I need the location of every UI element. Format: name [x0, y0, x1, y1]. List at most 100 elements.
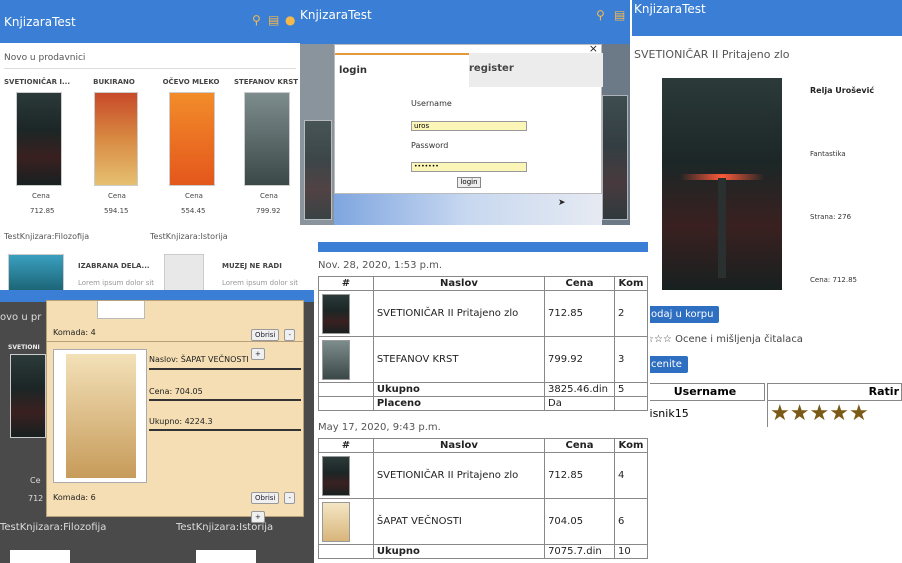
col-header: Naslov	[372, 276, 546, 291]
book-card[interactable]: BUKIRANO Cena 594.15	[78, 78, 150, 218]
basket-icon[interactable]: ▤	[268, 13, 279, 27]
book-cover[interactable]	[244, 92, 290, 186]
star-icon: ★	[829, 401, 849, 426]
cart-panel: ovo u pr SVETIONI Ce 712 TestKnjizara:Fi…	[0, 290, 314, 563]
tab-login-label: login	[339, 65, 368, 76]
book-cover-large	[662, 78, 782, 290]
search-icon[interactable]: ⚲	[252, 13, 261, 27]
price-cell: 712.85	[544, 290, 615, 337]
star-rating: ★★★★★	[767, 401, 902, 427]
star-icon: ★	[809, 401, 830, 426]
book-title[interactable]: STEFANOV KRST	[230, 78, 302, 86]
author-name: Relja Urošević	[810, 86, 875, 95]
divider	[47, 341, 303, 342]
thumb-cell	[318, 452, 374, 499]
cart-item: Naslov: ŠAPAT VEČNOSTI Cena: 704.05 Ukup…	[53, 349, 301, 489]
decrement-button[interactable]: -	[284, 492, 295, 504]
bg-price-value: 712	[28, 494, 44, 503]
login-modal: × login register Username uros Password …	[334, 42, 603, 194]
col-header: Kom	[613, 276, 649, 291]
book-card[interactable]: SVETIONIČAR I... Cena 712.85	[2, 78, 72, 218]
qty-cell: 6	[613, 498, 649, 545]
book-cover	[602, 95, 628, 220]
qty-cell: 2	[613, 290, 649, 337]
table-row: ŠAPAT VEČNOSTI 704.05 6	[318, 498, 649, 545]
book-cover[interactable]	[8, 254, 64, 294]
user-icon[interactable]: ●	[285, 13, 295, 27]
divider	[149, 368, 301, 370]
price-label: Cena	[32, 192, 50, 200]
brand-logo[interactable]: KnjizaraTest	[300, 8, 372, 22]
price-cell: 704.05	[544, 498, 615, 545]
table-row: SVETIONIČAR II Pritajeno zlo 712.85 4	[318, 452, 649, 499]
basket-icon[interactable]: ▤	[614, 8, 625, 22]
remove-button[interactable]: Obrisi	[251, 492, 280, 504]
table-row: STEFANOV KRST 799.92 3	[318, 336, 649, 383]
search-icon[interactable]: ⚲	[596, 8, 605, 22]
book-cover[interactable]	[169, 92, 215, 186]
book-title[interactable]: SVETIONIČAR I...	[2, 78, 72, 86]
book-title[interactable]: OČEVO MLEKO	[155, 78, 227, 86]
price-label: Cena	[185, 192, 203, 200]
brand-logo[interactable]: KnjizaraTest	[634, 2, 706, 16]
login-button[interactable]: login	[457, 177, 481, 188]
book-thumbnail[interactable]	[322, 293, 350, 334]
cart-item-cover[interactable]	[53, 349, 147, 483]
password-label: Password	[411, 141, 449, 150]
bg-section-istorija: TestKnjizara:Istorija	[176, 522, 274, 533]
page-count: Strana: 276	[810, 213, 852, 221]
genre: Fantastika	[810, 150, 846, 158]
password-field[interactable]: •••••••	[411, 162, 527, 172]
orders-topbar	[318, 242, 648, 252]
title-cell: ŠAPAT VEČNOSTI	[372, 498, 546, 545]
title-cell: STEFANOV KRST	[372, 336, 546, 383]
bg-price-label: Ce	[30, 476, 41, 485]
total-label: Ukupno	[372, 382, 546, 397]
col-header: Cena	[544, 276, 615, 291]
section-istorija-title: TestKnjizara:Istorija	[150, 232, 228, 241]
book-card[interactable]: OČEVO MLEKO Cena 554.45	[155, 78, 227, 218]
home-panel: KnjizaraTest ⚲ ▤ ● Novo u prodavnici SVE…	[0, 0, 300, 300]
book-title[interactable]: BUKIRANO	[78, 78, 150, 86]
username-label: Username	[411, 99, 452, 108]
price-value: 594.15	[104, 207, 129, 215]
cart-item-total: Ukupno: 4224.3	[149, 417, 213, 426]
price-value: 554.45	[181, 207, 206, 215]
book-thumbnail[interactable]	[322, 501, 350, 542]
book-title[interactable]: IZABRANA DELA...	[78, 262, 150, 270]
order-table: # Naslov Cena Kom SVETIONIČAR II Pritaje…	[318, 438, 649, 559]
book-cover[interactable]	[16, 92, 62, 186]
paid-value: Da	[544, 396, 615, 411]
orders-panel: Nov. 28, 2020, 1:53 p.m. # Naslov Cena K…	[314, 240, 650, 563]
total-price: 3825.46.din	[544, 382, 615, 397]
login-panel: KnjizaraTest ⚲ ▤ × login register Userna…	[300, 0, 630, 225]
cart-item-controls: Obrisi - +	[251, 485, 303, 523]
bg-book-title: SVETIONI	[8, 344, 40, 351]
tab-login[interactable]: login	[335, 53, 469, 87]
reviews-table: Username Ratir risnik15 ★★★★★	[645, 383, 902, 427]
tab-register[interactable]: register	[469, 53, 603, 87]
book-thumbnail[interactable]	[322, 455, 350, 496]
book-title[interactable]: MUZEJ NE RADI	[222, 262, 282, 270]
cart-item-qty: Komada: 6	[53, 493, 96, 502]
book-cover[interactable]	[94, 92, 138, 186]
divider	[149, 399, 301, 401]
order-date: May 17, 2020, 9:43 p.m.	[318, 422, 441, 433]
section-new-title: Novo u prodavnici	[4, 53, 86, 63]
add-to-cart-button[interactable]: odaj u korpu	[645, 306, 720, 323]
table-total-row: Ukupno 3825.46.din 5	[318, 382, 649, 397]
title-cell: SVETIONIČAR II Pritajeno zlo	[372, 290, 546, 337]
mouse-cursor-icon: ➤	[558, 198, 566, 208]
order-date: Nov. 28, 2020, 1:53 p.m.	[318, 260, 443, 271]
increment-button[interactable]: +	[251, 511, 265, 523]
book-cover[interactable]	[164, 254, 204, 294]
username-field[interactable]: uros	[411, 121, 527, 131]
rate-button[interactable]: cenite	[645, 356, 688, 373]
order-table: # Naslov Cena Kom SVETIONIČAR II Pritaje…	[318, 276, 649, 411]
brand-logo[interactable]: KnjizaraTest	[4, 15, 76, 29]
book-thumbnail[interactable]	[322, 339, 350, 380]
qty-cell: 4	[613, 452, 649, 499]
book-card[interactable]: STEFANOV KRST Cena 799.92	[230, 78, 302, 218]
decrement-button[interactable]: -	[284, 329, 295, 341]
remove-button[interactable]: Obrisi	[251, 329, 280, 341]
